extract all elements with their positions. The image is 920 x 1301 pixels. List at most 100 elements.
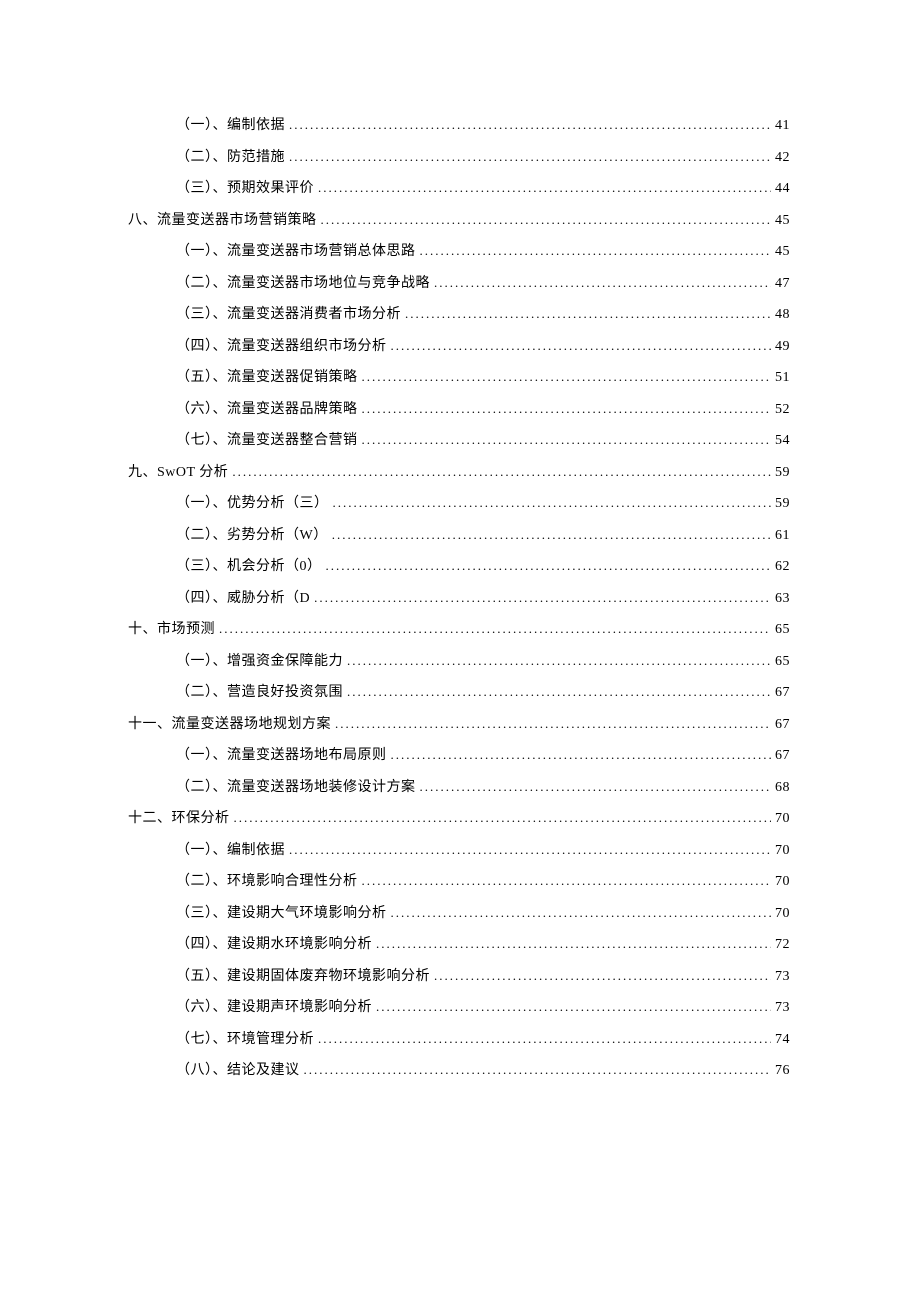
toc-entry: （二）、营造良好投资氛围 67: [128, 682, 790, 703]
toc-entry-page: 67: [775, 682, 790, 703]
toc-entry: （六）、流量变送器品牌策略 52: [128, 399, 790, 420]
toc-dots-leader: [391, 336, 772, 356]
toc-entry: （七）、流量变送器整合营销54: [128, 430, 790, 451]
toc-entry-page: 70: [775, 840, 790, 861]
toc-dots-leader: [362, 871, 772, 891]
toc-entry-page: 41: [775, 115, 790, 136]
toc-dots-leader: [326, 556, 772, 576]
toc-entry: （二）、流量变送器市场地位与竞争战略 47: [128, 273, 790, 294]
toc-entry-label: （四）、威胁分析（D: [176, 588, 310, 609]
toc-dots-leader: [434, 966, 771, 986]
toc-entry: （二）、环境影响合理性分析70: [128, 871, 790, 892]
toc-dots-leader: [347, 682, 771, 702]
toc-dots-leader: [318, 1029, 771, 1049]
toc-entry-page: 76: [775, 1060, 790, 1081]
toc-dots-leader: [376, 997, 771, 1017]
toc-entry-page: 73: [775, 997, 790, 1018]
toc-entry-page: 65: [775, 651, 790, 672]
toc-entry-page: 67: [775, 714, 790, 735]
toc-dots-leader: [434, 273, 771, 293]
toc-entry-label: 十二、环保分析: [128, 808, 230, 829]
toc-dots-leader: [314, 588, 771, 608]
table-of-contents: （一）、编制依据41（二）、防范措施42（三）、预期效果评价44八、流量变送器市…: [128, 115, 790, 1081]
toc-entry-label: 十、市场预测: [128, 619, 215, 640]
toc-entry-label: （二）、流量变送器市场地位与竞争战略: [176, 273, 430, 294]
toc-entry: （三）、机会分析（0） 62: [128, 556, 790, 577]
toc-entry-page: 67: [775, 745, 790, 766]
toc-entry-label: （六）、流量变送器品牌策略: [176, 399, 358, 420]
toc-entry-page: 68: [775, 777, 790, 798]
toc-dots-leader: [232, 462, 771, 482]
toc-entry-page: 70: [775, 903, 790, 924]
toc-entry: （二）、流量变送器场地装修设计方案 68: [128, 777, 790, 798]
toc-entry-page: 59: [775, 493, 790, 514]
toc-entry: 十、市场预测 65: [128, 619, 790, 640]
toc-dots-leader: [376, 934, 771, 954]
toc-entry-label: （一）、增强资金保障能力: [176, 651, 343, 672]
toc-entry-page: 47: [775, 273, 790, 294]
toc-dots-leader: [219, 619, 771, 639]
toc-entry: （三）、预期效果评价 44: [128, 178, 790, 199]
toc-dots-leader: [362, 399, 772, 419]
toc-entry-page: 44: [775, 178, 790, 199]
toc-entry-label: （八）、结论及建议: [176, 1060, 300, 1081]
toc-entry: （一）、优势分析（三） 59: [128, 493, 790, 514]
toc-entry: （三）、建设期大气环境影响分析 70: [128, 903, 790, 924]
toc-entry: （一）、编制依据 41: [128, 115, 790, 136]
toc-entry-label: （二）、营造良好投资氛围: [176, 682, 343, 703]
toc-entry-page: 45: [775, 210, 790, 231]
toc-entry-label: （七）、环境管理分析: [176, 1029, 314, 1050]
toc-entry-label: （一）、编制依据: [176, 840, 285, 861]
toc-entry-page: 45: [775, 241, 790, 262]
toc-entry: （四）、建设期水环境影响分析72: [128, 934, 790, 955]
toc-entry-label: 八、流量变送器市场营销策略: [128, 210, 317, 231]
toc-dots-leader: [289, 115, 771, 135]
toc-entry: （二）、劣势分析（W） 61: [128, 525, 790, 546]
toc-entry-label: （二）、防范措施: [176, 147, 285, 168]
toc-entry-label: （六）、建设期声环境影响分析: [176, 997, 372, 1018]
toc-entry: 十一、流量变送器场地规划方案 67: [128, 714, 790, 735]
toc-dots-leader: [234, 808, 772, 828]
toc-dots-leader: [362, 367, 772, 387]
toc-entry-page: 59: [775, 462, 790, 483]
toc-entry-label: （五）、建设期固体废弃物环境影响分析: [176, 966, 430, 987]
toc-dots-leader: [391, 903, 772, 923]
toc-entry-label: （二）、劣势分析（W）: [176, 525, 328, 546]
toc-dots-leader: [321, 210, 772, 230]
toc-entry-label: （三）、建设期大气环境影响分析: [176, 903, 387, 924]
toc-entry: 十二、环保分析 70: [128, 808, 790, 829]
toc-entry: （一）、流量变送器市场营销总体思路45: [128, 241, 790, 262]
toc-entry: （五）、流量变送器促销策略51: [128, 367, 790, 388]
toc-entry-page: 63: [775, 588, 790, 609]
toc-entry-page: 74: [775, 1029, 790, 1050]
toc-entry: （一）、流量变送器场地布局原则 67: [128, 745, 790, 766]
toc-dots-leader: [405, 304, 771, 324]
toc-entry-label: （一）、编制依据: [176, 115, 285, 136]
toc-dots-leader: [304, 1060, 772, 1080]
toc-entry-label: （二）、流量变送器场地装修设计方案: [176, 777, 416, 798]
toc-entry-page: 73: [775, 966, 790, 987]
toc-dots-leader: [420, 777, 772, 797]
toc-entry: （一）、增强资金保障能力 65: [128, 651, 790, 672]
toc-dots-leader: [289, 840, 771, 860]
toc-entry-page: 52: [775, 399, 790, 420]
toc-entry-page: 48: [775, 304, 790, 325]
toc-entry-page: 61: [775, 525, 790, 546]
toc-entry-label: （三）、预期效果评价: [176, 178, 314, 199]
toc-entry: （七）、环境管理分析 74: [128, 1029, 790, 1050]
toc-entry-page: 51: [775, 367, 790, 388]
toc-dots-leader: [347, 651, 771, 671]
toc-entry: （四）、流量变送器组织市场分析49: [128, 336, 790, 357]
toc-entry-page: 54: [775, 430, 790, 451]
toc-entry-label: （一）、优势分析（三）: [176, 493, 329, 514]
toc-dots-leader: [333, 493, 772, 513]
toc-entry-label: （一）、流量变送器场地布局原则: [176, 745, 387, 766]
toc-dots-leader: [335, 714, 771, 734]
toc-entry: （四）、威胁分析（D 63: [128, 588, 790, 609]
toc-entry: 九、SwOT 分析 59: [128, 462, 790, 483]
toc-entry: （一）、编制依据 70: [128, 840, 790, 861]
toc-entry-page: 62: [775, 556, 790, 577]
toc-entry-page: 49: [775, 336, 790, 357]
toc-entry-page: 65: [775, 619, 790, 640]
toc-entry-label: 十一、流量变送器场地规划方案: [128, 714, 331, 735]
